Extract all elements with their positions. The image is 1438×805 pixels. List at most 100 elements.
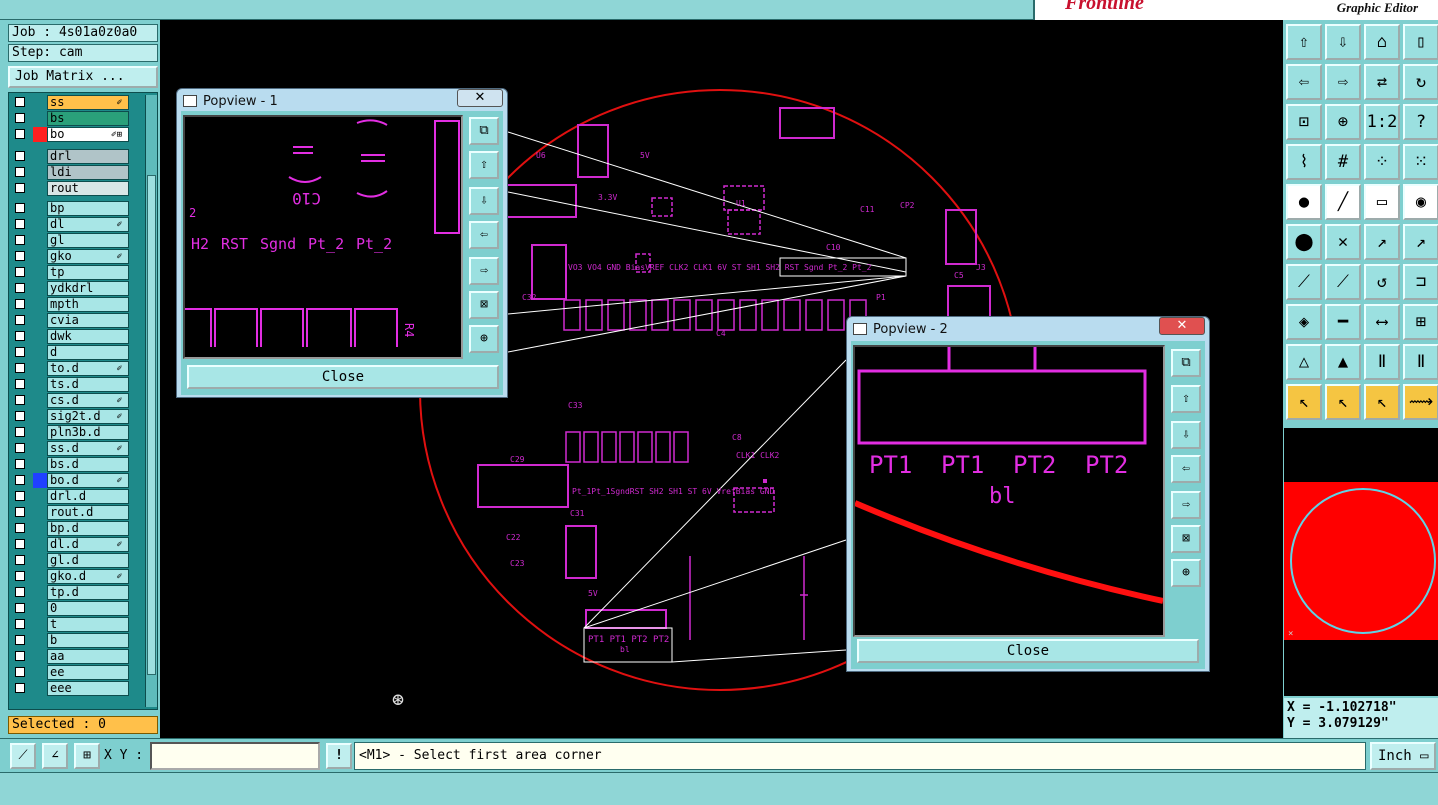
dot-icon[interactable]: ◉ [1403,184,1438,220]
layer-checkbox[interactable] [15,97,25,107]
dash-icon[interactable]: ━ [1325,304,1361,340]
layer-name[interactable]: ydkdrl [47,281,129,296]
layer-checkbox[interactable] [15,555,25,565]
layer-checkbox[interactable] [15,331,25,341]
layer-row-sig2t.d[interactable]: sig2t.d ✐ [11,409,131,424]
layer-row-aa[interactable]: aa [11,649,131,664]
layer-name[interactable]: sig2t.d ✐ [47,409,129,424]
route-icon[interactable]: ⟿ [1403,384,1438,420]
layer-row-ldi[interactable]: ldi [11,165,131,180]
mini-map[interactable]: × [1284,428,1438,696]
layer-name[interactable]: mpth [47,297,129,312]
layer-name[interactable]: cvia [47,313,129,328]
view-button-3[interactable]: ⇩ [469,187,499,215]
layer-row-rout[interactable]: rout [11,181,131,196]
layer-row-d[interactable]: d [11,345,131,360]
view-button-4[interactable]: ⇦ [469,221,499,249]
layer-name[interactable]: rout.d [47,505,129,520]
layer-checkbox[interactable] [15,315,25,325]
layer-row-cvia[interactable]: cvia [11,313,131,328]
grid-icon[interactable]: # [1325,144,1361,180]
layer-row-eee[interactable]: eee [11,681,131,696]
popview-2-window[interactable]: Popview - 2 ✕ PT1 PT1 PT2 PT2 bl ⧉ ⇧ ⇩ ⇦ ⇨ … [846,316,1210,672]
layer-row-gl[interactable]: gl [11,233,131,248]
layer-checkbox[interactable] [15,299,25,309]
fit-icon[interactable]: ▯ [1403,24,1438,60]
layer-checkbox[interactable] [15,395,25,405]
layer-row-rout.d[interactable]: rout.d [11,505,131,520]
ruler-icon[interactable]: ▭ [1364,184,1400,220]
view-button-6[interactable]: ⊠ [1171,525,1201,553]
layer-name[interactable]: ee [47,665,129,680]
pan-right-icon[interactable]: ⇨ [1325,64,1361,100]
view-button-1[interactable]: ⧉ [1171,349,1201,377]
layer-name[interactable]: eee [47,681,129,696]
popview-1-close-button[interactable]: Close [187,365,499,389]
popview-2-close-button[interactable]: Close [857,639,1199,663]
job-matrix-button[interactable]: Job Matrix ... [8,66,158,88]
layer-name[interactable]: b [47,633,129,648]
popview-1-window[interactable]: Popview - 1 ✕ C10 2 H2 RST Sgnd Pt_2 Pt_2 R4… [176,88,508,398]
slope-icon[interactable]: ⟋ [1286,264,1322,300]
swap-icon[interactable]: ⇄ [1364,64,1400,100]
view-button-2[interactable]: ⇧ [1171,385,1201,413]
layer-name[interactable]: d [47,345,129,360]
layer-row-b[interactable]: b [11,633,131,648]
layer-row-bo[interactable]: bo ✐⊞ [11,127,131,142]
layer-name[interactable]: bs.d [47,457,129,472]
layer-checkbox[interactable] [15,129,25,139]
layer-name[interactable]: ts.d [47,377,129,392]
layer-row-ts.d[interactable]: ts.d [11,377,131,392]
layer-checkbox[interactable] [15,203,25,213]
layer-row-ydkdrl[interactable]: ydkdrl [11,281,131,296]
layer-name[interactable]: dl.d ✐ [47,537,129,552]
layer-row-tp[interactable]: tp [11,265,131,280]
zoom-fit-icon[interactable]: ⊡ [1286,104,1322,140]
layer-checkbox[interactable] [15,603,25,613]
view-button-5[interactable]: ⇨ [469,257,499,285]
help-icon[interactable]: ? [1403,104,1438,140]
layer-row-tp.d[interactable]: tp.d [11,585,131,600]
layer-checkbox[interactable] [15,427,25,437]
layer-row-cs.d[interactable]: cs.d ✐ [11,393,131,408]
warning-button[interactable]: ! [326,743,352,769]
node-icon[interactable]: ◈ [1286,304,1322,340]
one-to-two-icon[interactable]: 1:2 [1364,104,1400,140]
arc-icon[interactable]: ↺ [1364,264,1400,300]
layer-name[interactable]: t [47,617,129,632]
layer-row-mpth[interactable]: mpth [11,297,131,312]
view-button-7[interactable]: ⊕ [1171,559,1201,587]
layer-checkbox[interactable] [15,491,25,501]
layer-checkbox[interactable] [15,619,25,629]
arrow-icon[interactable]: ↗ [1364,224,1400,260]
layer-name[interactable]: bo.d ✐ [47,473,129,488]
scrollbar-thumb[interactable] [147,175,156,675]
snap-angle-icon[interactable]: ∠ [42,743,68,769]
layer-name[interactable]: gl.d [47,553,129,568]
layer-row-0[interactable]: 0 [11,601,131,616]
layer-checkbox[interactable] [15,651,25,661]
slope2-icon[interactable]: ⟋ [1325,264,1361,300]
pan-up-icon[interactable]: ⇧ [1286,24,1322,60]
measure-icon[interactable]: ⌇ [1286,144,1322,180]
pointer2-icon[interactable]: ↖ [1325,384,1361,420]
layer-name[interactable]: gl [47,233,129,248]
layer-name[interactable]: tp.d [47,585,129,600]
layer-row-bs[interactable]: bs [11,111,131,126]
layer-row-gko.d[interactable]: gko.d ✐ [11,569,131,584]
layer-checkbox[interactable] [15,667,25,677]
layer-name[interactable]: dl ✐ [47,217,129,232]
layer-name[interactable]: tp [47,265,129,280]
layer-checkbox[interactable] [15,113,25,123]
unit-select[interactable]: Inch ▭ [1370,742,1436,770]
layer-name[interactable]: drl [47,149,129,164]
snap-icon[interactable]: ⁘ [1364,144,1400,180]
zoom-center-icon[interactable]: ⊕ [1325,104,1361,140]
layer-name[interactable]: aa [47,649,129,664]
layer-checkbox[interactable] [15,683,25,693]
pan-down-icon[interactable]: ⇩ [1325,24,1361,60]
cross-icon[interactable]: ✕ [1325,224,1361,260]
home-icon[interactable]: ⌂ [1364,24,1400,60]
layer-checkbox[interactable] [15,267,25,277]
layer-checkbox[interactable] [15,539,25,549]
